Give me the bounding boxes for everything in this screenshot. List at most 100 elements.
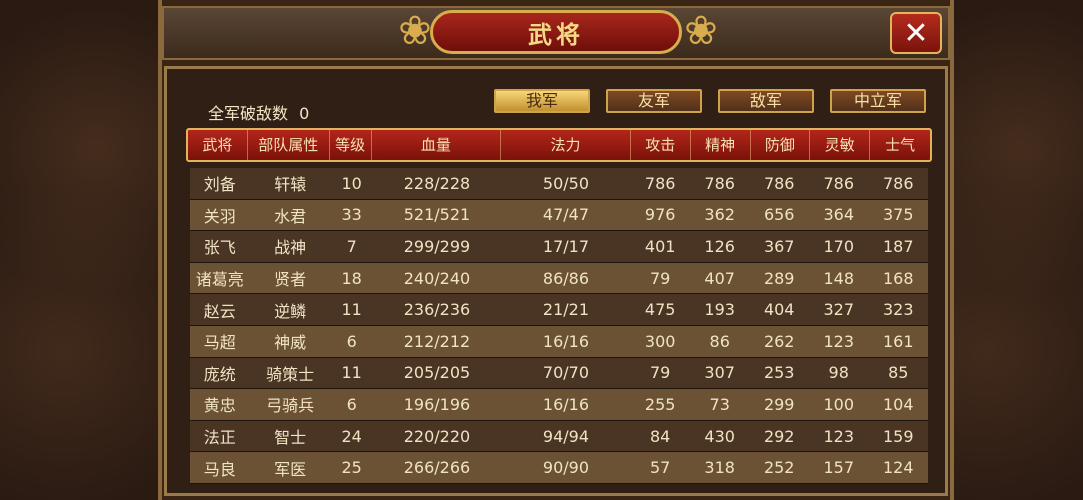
table-cell: 407: [704, 268, 735, 288]
table-row[interactable]: 马良 军医 25 266/266 90/90 57 318 252 157 124: [190, 452, 928, 484]
table-row[interactable]: 赵云 逆鳞 11 236/236 21/21 475 193 404 327 323: [190, 294, 928, 326]
table-cell: 6: [346, 394, 357, 414]
table-cell: 轩辕: [274, 175, 307, 195]
table-cell: 6: [346, 331, 357, 351]
table-cell: 刘备: [203, 175, 236, 195]
table-cell: 33: [341, 205, 362, 225]
table-cell: 18: [341, 268, 362, 288]
table-cell: 50/50: [542, 173, 589, 193]
close-button[interactable]: ✕: [890, 12, 942, 54]
table-cell: 266/266: [403, 458, 471, 478]
table-cell: 86: [709, 331, 730, 351]
table-cell: 黄忠: [203, 396, 236, 416]
table-cell: 123: [823, 426, 854, 446]
table-cell: 弓骑兵: [266, 396, 315, 416]
table-cell: 100: [823, 394, 854, 414]
table-row[interactable]: 诸葛亮 贤者 18 240/240 86/86 79 407 289 148 168: [190, 262, 928, 295]
table-cell: 187: [882, 236, 914, 256]
table-row[interactable]: 法正 智士 24 220/220 94/94 84 430 292 123 159: [190, 420, 928, 453]
cloud-ornament-right-icon: ❀: [684, 8, 718, 54]
table-cell: 84: [650, 426, 671, 446]
table-cell: 364: [823, 205, 854, 225]
title-plate: 武将: [430, 10, 682, 54]
table-cell: 57: [650, 458, 671, 478]
table-cell: 47/47: [542, 205, 589, 225]
kill-count-label: 全军破敌数: [208, 104, 289, 123]
table-cell: 786: [823, 173, 854, 193]
table-cell: 786: [644, 173, 676, 193]
table-cell: 362: [704, 205, 735, 225]
table-cell: 299: [763, 394, 795, 414]
table-cell: 193: [704, 300, 735, 320]
table-cell: 786: [704, 173, 735, 193]
column-header: 精神: [691, 130, 751, 160]
table-row[interactable]: 庞统 骑策士 11 205/205 70/70 79 307 253 98 85: [190, 357, 928, 390]
table-cell: 庞统: [203, 364, 236, 384]
table-cell: 123: [823, 331, 854, 351]
table-cell: 299/299: [403, 236, 471, 256]
enemy-kill-count: 全军破敌数 0: [208, 100, 309, 124]
table-row[interactable]: 黄忠 弓骑兵 6 196/196 16/16 255 73 299 100 104: [190, 389, 928, 421]
column-header: 武将: [188, 130, 248, 160]
table-cell: 401: [644, 236, 676, 256]
table-cell: 375: [882, 205, 914, 225]
table-cell: 94/94: [542, 426, 589, 446]
background-left-decoration: [0, 0, 160, 500]
table-cell: 赵云: [203, 301, 236, 321]
kill-count-value: 0: [299, 104, 310, 123]
table-cell: 法正: [203, 428, 236, 448]
table-cell: 318: [704, 458, 735, 478]
table-cell: 11: [341, 363, 362, 383]
tab-allied-army[interactable]: 友军: [606, 89, 702, 113]
table-cell: 157: [823, 458, 854, 478]
table-cell: 7: [346, 236, 357, 256]
tab-neutral-army[interactable]: 中立军: [830, 89, 926, 113]
table-cell: 323: [882, 300, 914, 320]
table-cell: 220/220: [403, 426, 471, 446]
table-cell: 404: [763, 300, 795, 320]
table-cell: 124: [882, 458, 914, 478]
table-cell: 逆鳞: [274, 301, 307, 321]
table-cell: 神威: [274, 333, 307, 353]
table-cell: 252: [763, 458, 795, 478]
table-cell: 168: [882, 268, 914, 288]
table-cell: 126: [704, 236, 735, 256]
tab-my-army[interactable]: 我军: [494, 89, 590, 113]
column-header: 法力: [501, 130, 631, 160]
table-cell: 25: [341, 458, 362, 478]
table-cell: 786: [763, 173, 795, 193]
column-header: 血量: [372, 130, 502, 160]
table-cell: 79: [650, 363, 671, 383]
table-row[interactable]: 张飞 战神 7 299/299 17/17 401 126 367 170 187: [190, 231, 928, 263]
table-cell: 170: [823, 236, 854, 256]
table-cell: 327: [823, 300, 854, 320]
column-header: 等级: [330, 130, 372, 160]
table-cell: 诸葛亮: [195, 270, 244, 290]
table-cell: 367: [763, 236, 795, 256]
table-cell: 马良: [203, 459, 236, 479]
tab-enemy-army[interactable]: 敌军: [718, 89, 814, 113]
table-cell: 贤者: [274, 270, 307, 290]
table-cell: 战神: [274, 238, 307, 258]
column-header: 部队属性: [248, 130, 330, 160]
table-row[interactable]: 刘备 轩辕 10 228/228 50/50 786 786 786 786 786: [190, 168, 928, 200]
window-title: 武将: [528, 20, 584, 49]
table-cell: 521/521: [403, 205, 471, 225]
table-cell: 289: [763, 268, 795, 288]
table-cell: 976: [644, 205, 676, 225]
close-icon: ✕: [903, 15, 929, 51]
table-row[interactable]: 马超 神威 6 212/212 16/16 300 86 262 123 161: [190, 325, 928, 358]
table-cell: 255: [644, 394, 676, 414]
table-cell: 骑策士: [266, 364, 315, 384]
table-header: 武将 部队属性 等级 血量 法力 攻击 精神 防御 灵敏 士气: [186, 128, 932, 162]
table-cell: 98: [828, 363, 849, 383]
table-cell: 24: [341, 426, 362, 446]
column-header: 攻击: [631, 130, 691, 160]
table-cell: 水君: [274, 206, 307, 226]
table-row[interactable]: 关羽 水君 33 521/521 47/47 976 362 656 364 375: [190, 199, 928, 232]
table-cell: 262: [763, 331, 795, 351]
table-cell: 196/196: [403, 394, 471, 414]
column-header: 防御: [751, 130, 811, 160]
table-cell: 228/228: [403, 173, 471, 193]
table-cell: 161: [882, 331, 914, 351]
